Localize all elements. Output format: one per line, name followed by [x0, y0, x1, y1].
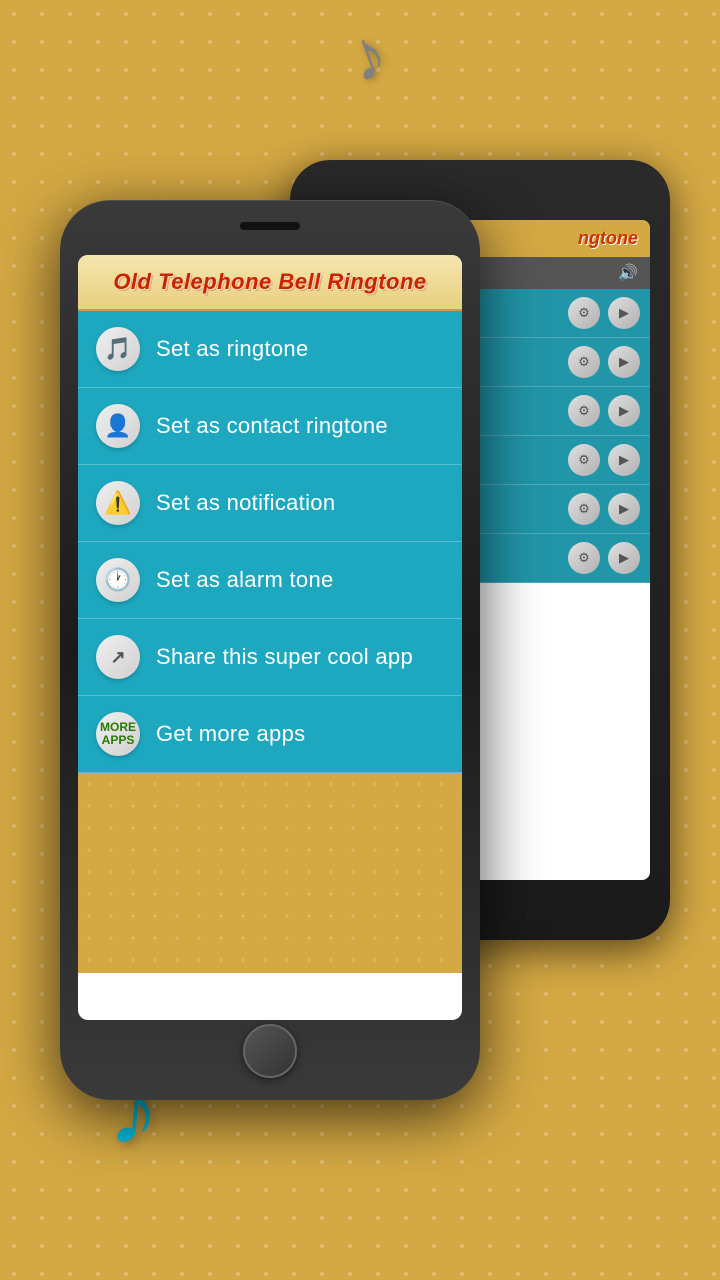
- app-title: Old Telephone Bell Ringtone: [94, 269, 446, 295]
- phone-front: Old Telephone Bell Ringtone 🎵 Set as rin…: [60, 200, 480, 1100]
- back-play-icon-1: ▶: [608, 297, 640, 329]
- menu-item-more-apps[interactable]: MOREAPPS Get more apps: [78, 696, 462, 773]
- contact-ringtone-label: Set as contact ringtone: [156, 413, 388, 439]
- ringtone-label: Set as ringtone: [156, 336, 308, 362]
- menu-item-share[interactable]: ↗ Share this super cool app: [78, 619, 462, 696]
- back-play-icon-3: ▶: [608, 395, 640, 427]
- menu-item-contact-ringtone[interactable]: 👤 Set as contact ringtone: [78, 388, 462, 465]
- menu-item-ringtone[interactable]: 🎵 Set as ringtone: [78, 311, 462, 388]
- back-gear-icon-2: ⚙: [568, 346, 600, 378]
- menu-list: 🎵 Set as ringtone 👤 Set as contact ringt…: [78, 311, 462, 773]
- back-play-icon-4: ▶: [608, 444, 640, 476]
- more-apps-label: Get more apps: [156, 721, 305, 747]
- home-button[interactable]: [243, 1024, 297, 1078]
- notification-icon: ⚠️: [96, 481, 140, 525]
- notification-label: Set as notification: [156, 490, 335, 516]
- screen-header: Old Telephone Bell Ringtone: [78, 255, 462, 311]
- share-label: Share this super cool app: [156, 644, 413, 670]
- speaker-icon: 🔊: [618, 263, 638, 283]
- alarm-label: Set as alarm tone: [156, 567, 334, 593]
- phone-back-title: ngtone: [578, 228, 638, 248]
- back-gear-icon-3: ⚙: [568, 395, 600, 427]
- back-gear-icon-1: ⚙: [568, 297, 600, 329]
- phone-screen: Old Telephone Bell Ringtone 🎵 Set as rin…: [78, 255, 462, 1020]
- menu-item-alarm[interactable]: 🕐 Set as alarm tone: [78, 542, 462, 619]
- ringtone-icon: 🎵: [96, 327, 140, 371]
- back-play-icon-6: ▶: [608, 542, 640, 574]
- more-apps-icon: MOREAPPS: [96, 712, 140, 756]
- menu-item-notification[interactable]: ⚠️ Set as notification: [78, 465, 462, 542]
- back-gear-icon-4: ⚙: [568, 444, 600, 476]
- phone-speaker: [240, 222, 300, 230]
- back-play-icon-5: ▶: [608, 493, 640, 525]
- share-icon: ↗: [96, 635, 140, 679]
- back-gear-icon-5: ⚙: [568, 493, 600, 525]
- contact-ringtone-icon: 👤: [96, 404, 140, 448]
- back-gear-icon-6: ⚙: [568, 542, 600, 574]
- back-play-icon-2: ▶: [608, 346, 640, 378]
- screen-bottom-area: [78, 773, 462, 973]
- alarm-icon: 🕐: [96, 558, 140, 602]
